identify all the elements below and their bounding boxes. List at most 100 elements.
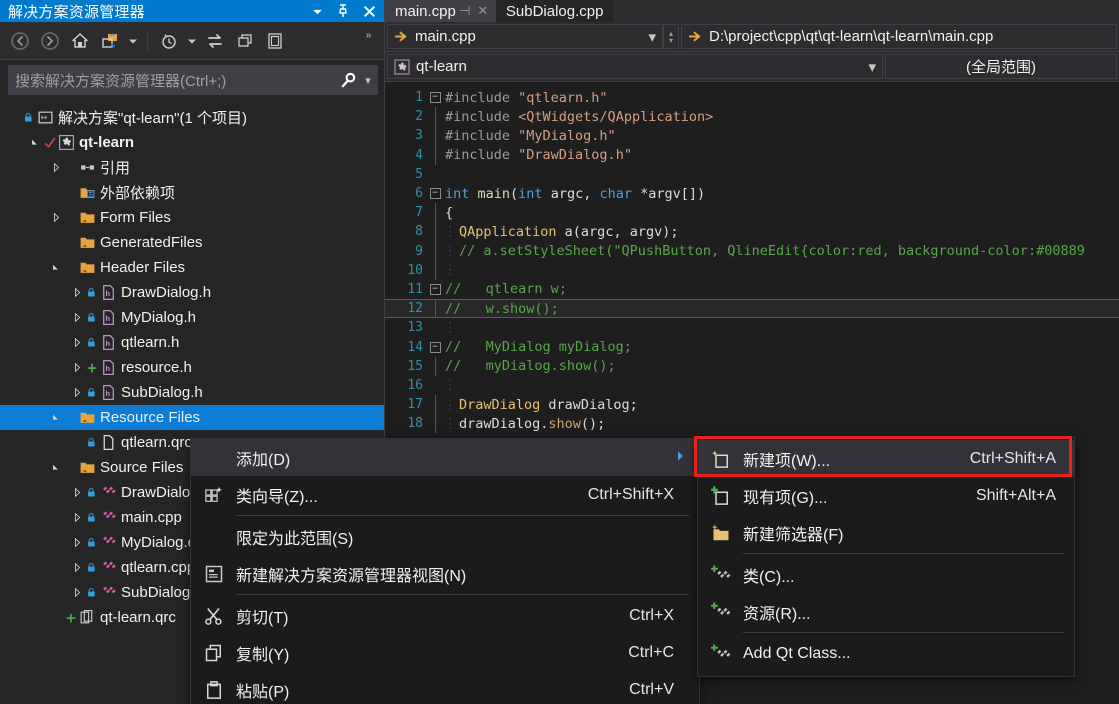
- tree-item-resource-files[interactable]: Resource Files: [0, 405, 384, 430]
- tab-close-icon[interactable]: ✕: [474, 3, 492, 19]
- expand-arrow-icon[interactable]: [27, 130, 43, 155]
- collapse-arrow-icon[interactable]: [69, 530, 85, 555]
- code-content: // myDialog.show();: [445, 358, 616, 375]
- chevron-down-icon[interactable]: ▾: [361, 74, 375, 87]
- nav-spinner[interactable]: ▴ ▾: [663, 24, 679, 49]
- line-number: 3: [415, 128, 423, 144]
- collapse-arrow-icon[interactable]: [69, 355, 85, 380]
- back-arrow-icon[interactable]: [6, 27, 34, 55]
- collapse-arrow-icon[interactable]: [69, 555, 85, 580]
- panel-dropdown-icon[interactable]: [304, 0, 330, 22]
- home-icon[interactable]: [66, 27, 94, 55]
- menu-item-y[interactable]: 复制(Y) Ctrl+C: [191, 634, 699, 671]
- menu-item-s[interactable]: 限定为此范围(S): [191, 518, 699, 555]
- menu-item-w[interactable]: 新建项(W)... Ctrl+Shift+A: [698, 440, 1074, 477]
- tree-item--[interactable]: 引用: [0, 155, 384, 180]
- menu-item-g[interactable]: 现有项(G)... Shift+Alt+A: [698, 477, 1074, 514]
- search-input[interactable]: 搜索解决方案资源管理器(Ctrl+;) ▾: [8, 65, 378, 95]
- code-content: // w.show();: [445, 300, 559, 317]
- menu-item-shortcut: Ctrl+X: [629, 606, 674, 624]
- collapse-arrow-icon[interactable]: [48, 155, 64, 180]
- scope-member-dropdown[interactable]: (全局范围): [885, 54, 1117, 79]
- collapse-arrow-icon[interactable]: [69, 380, 85, 405]
- orange-arrow-icon: [394, 29, 409, 44]
- menu-item-z[interactable]: 类向导(Z)... Ctrl+Shift+X: [191, 476, 699, 513]
- tab-pin-icon[interactable]: ⊣: [456, 3, 474, 19]
- menu-item-t[interactable]: 剪切(T) Ctrl+X: [191, 597, 699, 634]
- tree-item--qt-learn-1-[interactable]: 解决方案"qt-learn"(1 个项目): [0, 105, 384, 130]
- tree-item--[interactable]: 外部依赖项: [0, 180, 384, 205]
- expand-arrow-icon[interactable]: [48, 405, 64, 430]
- search-icon[interactable]: [335, 71, 361, 90]
- tree-item-qtlearn.h[interactable]: h qtlearn.h: [0, 330, 384, 355]
- chevron-down-icon[interactable]: [126, 27, 140, 55]
- tab-subdialog-cpp[interactable]: SubDialog.cpp: [495, 0, 614, 22]
- collapse-arrow-icon[interactable]: [69, 580, 85, 605]
- tree-item-label: qt-learn: [79, 134, 135, 151]
- panel-pin-icon[interactable]: [330, 0, 356, 22]
- collapse-arrow-icon[interactable]: [69, 305, 85, 330]
- tree-item-header-files[interactable]: Header Files: [0, 255, 384, 280]
- tree-item-resource.h[interactable]: h resource.h: [0, 355, 384, 380]
- collapse-arrow-icon[interactable]: [69, 280, 85, 305]
- collapse-arrow-icon[interactable]: [48, 205, 64, 230]
- menu-item-f[interactable]: 新建筛选器(F): [698, 514, 1074, 551]
- fold-bar: [427, 145, 443, 165]
- menu-item-c[interactable]: 类(C)...: [698, 556, 1074, 593]
- tab-label: main.cpp: [395, 2, 456, 20]
- menu-item-r[interactable]: 资源(R)...: [698, 593, 1074, 630]
- overflow-chevrons-icon[interactable]: »: [358, 27, 378, 55]
- fold-marker[interactable]: −: [427, 341, 443, 353]
- menu-item-p[interactable]: 粘贴(P) Ctrl+V: [191, 671, 699, 704]
- tree-item-drawdialog.h[interactable]: h DrawDialog.h: [0, 280, 384, 305]
- spin-down-icon[interactable]: ▾: [669, 36, 673, 44]
- tree-item-label: qt-learn.qrc: [100, 609, 176, 626]
- fold-marker[interactable]: −: [427, 188, 443, 200]
- lock-badge-icon: [85, 537, 98, 548]
- panel-close-icon[interactable]: [356, 0, 382, 22]
- nav-project-dropdown[interactable]: main.cpp ▾: [387, 24, 663, 49]
- lock-badge-icon: [85, 587, 98, 598]
- collapse-arrow-icon[interactable]: [69, 505, 85, 530]
- context-menu[interactable]: 添加(D) 类向导(Z)... Ctrl+Shift+X 限定为此范围(S) 新建解决方…: [190, 438, 700, 704]
- show-all-files-icon[interactable]: [96, 27, 124, 55]
- svg-text:h: h: [105, 364, 110, 373]
- solution-explorer-toolbar: »: [0, 22, 384, 60]
- nav-file-path[interactable]: D:\project\cpp\qt\qt-learn\qt-learn\main…: [681, 24, 1117, 49]
- tree-item-generatedfiles[interactable]: GeneratedFiles: [0, 230, 384, 255]
- tree-item-subdialog.h[interactable]: h SubDialog.h: [0, 380, 384, 405]
- sync-icon[interactable]: [201, 27, 229, 55]
- editor-navigation-bar: main.cpp ▾ ▴ ▾ D:\project\cpp\qt\qt-lear…: [385, 22, 1119, 52]
- add-submenu[interactable]: 新建项(W)... Ctrl+Shift+A 现有项(G)... Shift+Alt+…: [697, 437, 1075, 677]
- tree-item-label: Resource Files: [100, 409, 201, 426]
- tree-item-qt-learn[interactable]: qt-learn: [0, 130, 384, 155]
- menu-item-label: Add Qt Class...: [743, 644, 851, 662]
- editor-tab-strip: main.cpp ⊣ ✕ SubDialog.cpp: [385, 0, 1119, 22]
- collapse-arrow-icon[interactable]: [69, 480, 85, 505]
- code-content: // MyDialog myDialog;: [445, 339, 632, 356]
- scope-project-dropdown[interactable]: qt-learn ▾: [387, 54, 883, 79]
- code-content: DrawDialog drawDialog;: [459, 396, 638, 413]
- clock-icon[interactable]: [155, 27, 183, 55]
- menu-item-d[interactable]: 添加(D): [191, 439, 699, 476]
- code-line: 9 ⋮ // a.setStyleSheet("QPushButton, Qli…: [385, 241, 1119, 261]
- tree-item-form-files[interactable]: Form Files: [0, 205, 384, 230]
- collapse-arrow-icon[interactable]: [69, 330, 85, 355]
- menu-item-add-qt-class[interactable]: Add Qt Class...: [698, 635, 1074, 672]
- expand-arrow-icon[interactable]: [48, 455, 64, 480]
- tab-main-cpp[interactable]: main.cpp ⊣ ✕: [385, 0, 496, 22]
- hfile-icon: h: [98, 284, 118, 301]
- properties-icon[interactable]: [231, 27, 259, 55]
- forward-arrow-icon[interactable]: [36, 27, 64, 55]
- tree-item-mydialog.h[interactable]: h MyDialog.h: [0, 305, 384, 330]
- fold-marker[interactable]: −: [427, 92, 443, 104]
- fold-marker[interactable]: −: [427, 283, 443, 295]
- chevron-down-icon[interactable]: [185, 27, 199, 55]
- hfile-icon: h: [98, 384, 118, 401]
- expand-arrow-icon[interactable]: [48, 255, 64, 280]
- lock-badge-icon: [85, 437, 98, 448]
- menu-item-n[interactable]: 新建解决方案资源管理器视图(N): [191, 555, 699, 592]
- preview-icon[interactable]: [261, 27, 289, 55]
- filter-icon: [77, 259, 97, 276]
